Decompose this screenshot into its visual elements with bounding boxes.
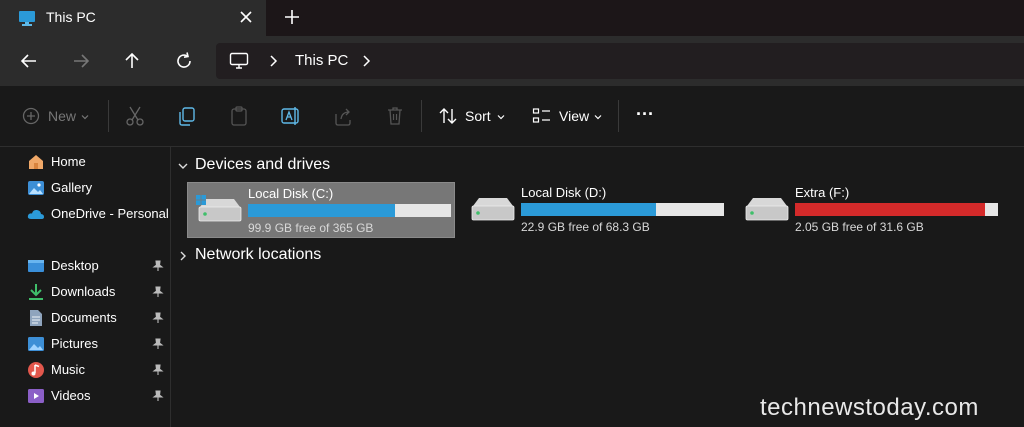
sidebar-item-pictures[interactable]: Pictures: [0, 332, 170, 356]
share-icon[interactable]: [332, 104, 354, 128]
storage-usage-fill: [795, 203, 985, 216]
chevron-down-icon[interactable]: [177, 160, 189, 172]
refresh-icon[interactable]: [172, 49, 196, 73]
hard-drive-icon: [471, 198, 515, 221]
sort-icon: [439, 108, 457, 124]
sidebar-item-label: Music: [51, 362, 85, 377]
chevron-right-icon[interactable]: [266, 54, 280, 68]
sidebar-item-label: Downloads: [51, 284, 116, 299]
more-options-button[interactable]: ···: [634, 104, 658, 128]
pictures-icon: [28, 337, 44, 351]
monitor-icon: [229, 52, 249, 69]
new-tab-icon[interactable]: [282, 7, 302, 27]
sidebar-item-documents[interactable]: Documents: [0, 306, 170, 330]
pin-icon[interactable]: [152, 312, 164, 324]
chevron-right-icon[interactable]: [359, 54, 373, 68]
sidebar-item-videos[interactable]: Videos: [0, 384, 170, 408]
hard-drive-icon: [745, 198, 789, 221]
view-button[interactable]: View: [532, 104, 604, 128]
drive-free-space: 99.9 GB free of 365 GB: [248, 221, 374, 235]
desktop-folder-icon: [28, 260, 44, 272]
delete-icon[interactable]: [384, 104, 406, 128]
videos-icon: [28, 389, 44, 403]
plus-circle-icon: [22, 107, 40, 125]
sort-button[interactable]: Sort: [438, 104, 508, 128]
breadcrumb-this-pc[interactable]: This PC: [295, 52, 348, 69]
monitor-icon: [19, 11, 35, 26]
sidebar-item-downloads[interactable]: Downloads: [0, 280, 170, 304]
divider: [108, 100, 109, 132]
music-icon: [28, 362, 44, 378]
drive-name: Local Disk (D:): [521, 185, 607, 200]
chevron-down-icon: [594, 115, 602, 120]
sidebar-item-label: Pictures: [51, 336, 98, 351]
onedrive-icon: [27, 209, 45, 219]
storage-usage-bar: [521, 203, 724, 216]
title-bar: This PC: [0, 0, 1024, 36]
sidebar-item-gallery[interactable]: Gallery: [0, 176, 170, 200]
more-icon: ···: [636, 104, 654, 124]
cut-icon[interactable]: [124, 104, 146, 128]
arrow-right-icon[interactable]: [69, 49, 93, 73]
rename-icon[interactable]: [280, 104, 302, 128]
section-title: Network locations: [195, 246, 322, 263]
sidebar-item-desktop[interactable]: Desktop: [0, 254, 170, 278]
command-bar: New Sort View ···: [0, 86, 1024, 147]
chevron-down-icon: [81, 115, 89, 120]
documents-icon: [30, 310, 42, 326]
sidebar-item-home[interactable]: Home: [0, 150, 170, 174]
sidebar-item-onedrive[interactable]: OneDrive - Personal: [0, 202, 170, 226]
home-icon: [29, 155, 43, 169]
pin-icon[interactable]: [152, 260, 164, 272]
chevron-right-icon[interactable]: [177, 250, 189, 262]
storage-usage-fill: [248, 204, 396, 217]
sidebar-item-music[interactable]: Music: [0, 358, 170, 382]
pin-icon[interactable]: [152, 286, 164, 298]
drive-tile-c[interactable]: Local Disk (C:) 99.9 GB free of 365 GB: [187, 182, 455, 238]
sidebar-item-label: Desktop: [51, 258, 99, 273]
divider: [618, 100, 619, 132]
arrow-left-icon[interactable]: [17, 49, 41, 73]
paste-icon[interactable]: [228, 104, 250, 128]
new-label: New: [48, 108, 77, 124]
new-button[interactable]: New: [22, 104, 92, 128]
sidebar-item-label: Gallery: [51, 180, 93, 195]
tab-this-pc[interactable]: This PC: [0, 0, 266, 36]
drive-free-space: 22.9 GB free of 68.3 GB: [521, 220, 650, 234]
watermark: technewstoday.com: [760, 394, 979, 421]
drive-tile-d[interactable]: Local Disk (D:) 22.9 GB free of 68.3 GB: [461, 182, 729, 238]
pin-icon[interactable]: [152, 338, 164, 350]
sidebar-item-label: Documents: [51, 310, 117, 325]
view-label: View: [559, 108, 590, 124]
storage-usage-bar: [248, 204, 451, 217]
hard-drive-icon: [196, 195, 242, 222]
storage-usage-bar: [795, 203, 998, 216]
downloads-icon: [29, 284, 43, 300]
copy-icon[interactable]: [176, 104, 198, 128]
sidebar-item-label: Videos: [51, 388, 91, 403]
drive-name: Extra (F:): [795, 185, 850, 200]
arrow-up-icon[interactable]: [120, 49, 144, 73]
navigation-pane: Home Gallery OneDrive - Personal Desktop…: [0, 147, 171, 427]
section-title: Devices and drives: [195, 156, 331, 173]
gallery-icon: [28, 181, 44, 195]
navigation-bar: This PC: [0, 36, 1024, 86]
close-icon[interactable]: [236, 7, 256, 27]
chevron-down-icon: [497, 115, 505, 120]
sort-label: Sort: [465, 108, 491, 124]
drive-free-space: 2.05 GB free of 31.6 GB: [795, 220, 924, 234]
divider: [421, 100, 422, 132]
pin-icon[interactable]: [152, 364, 164, 376]
tab-title: This PC: [46, 9, 96, 25]
sidebar-item-label: Home: [51, 154, 86, 169]
sidebar-item-label: OneDrive - Personal: [51, 206, 169, 221]
storage-usage-fill: [521, 203, 656, 216]
pin-icon[interactable]: [152, 390, 164, 402]
address-bar[interactable]: This PC: [216, 43, 1024, 79]
view-icon: [532, 108, 550, 123]
drive-name: Local Disk (C:): [248, 186, 334, 201]
drive-tile-f[interactable]: Extra (F:) 2.05 GB free of 31.6 GB: [735, 182, 1003, 238]
